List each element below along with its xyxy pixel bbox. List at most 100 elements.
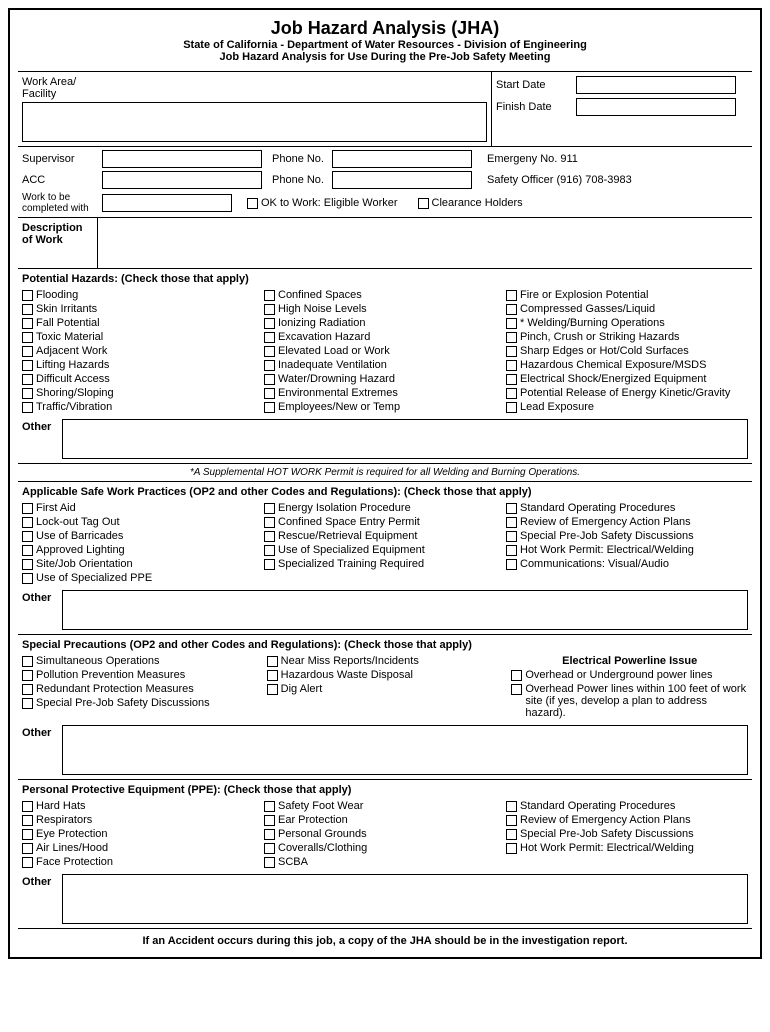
subtitle: State of California - Department of Wate… <box>18 39 752 51</box>
sp-c1-label-0: Simultaneous Operations <box>36 655 160 667</box>
hazard-c2-item-5: Inadequate Ventilation <box>264 359 502 371</box>
hazard-c2-checkbox-5[interactable] <box>264 360 275 371</box>
work-completed-input[interactable] <box>102 194 232 212</box>
safe-c3-checkbox-2[interactable] <box>506 531 517 542</box>
hazard-c2-checkbox-1[interactable] <box>264 304 275 315</box>
safe-c1-item-3: Approved Lighting <box>22 544 260 556</box>
safe-c2-checkbox-2[interactable] <box>264 531 275 542</box>
safe-c1-checkbox-1[interactable] <box>22 517 33 528</box>
ppe-c1-checkbox-4[interactable] <box>22 857 33 868</box>
sp-c3-label-0: Overhead or Underground power lines <box>525 669 712 681</box>
hazard-c2-checkbox-3[interactable] <box>264 332 275 343</box>
safe-other-input[interactable] <box>62 590 748 630</box>
safe-c1-item-4: Site/Job Orientation <box>22 558 260 570</box>
hazard-c1-checkbox-6[interactable] <box>22 374 33 385</box>
sp-c1-checkbox-2[interactable] <box>22 684 33 695</box>
safe-c1-checkbox-0[interactable] <box>22 503 33 514</box>
acc-input[interactable] <box>102 171 262 189</box>
hazard-c2-checkbox-0[interactable] <box>264 290 275 301</box>
hazard-c3-item-3: Pinch, Crush or Striking Hazards <box>506 331 744 343</box>
ppe-c1-checkbox-0[interactable] <box>22 801 33 812</box>
hazard-c3-checkbox-3[interactable] <box>506 332 517 343</box>
safe-c3-checkbox-0[interactable] <box>506 503 517 514</box>
safe-c1-checkbox-2[interactable] <box>22 531 33 542</box>
hazard-c3-checkbox-7[interactable] <box>506 388 517 399</box>
ppe-c3-checkbox-0[interactable] <box>506 801 517 812</box>
safe-c3-checkbox-4[interactable] <box>506 559 517 570</box>
hazard-c3-checkbox-2[interactable] <box>506 318 517 329</box>
ppe-c2-checkbox-4[interactable] <box>264 857 275 868</box>
hazard-c1-checkbox-3[interactable] <box>22 332 33 343</box>
hazard-c3-checkbox-6[interactable] <box>506 374 517 385</box>
safe-c1-checkbox-4[interactable] <box>22 559 33 570</box>
ppe-c2-checkbox-0[interactable] <box>264 801 275 812</box>
ppe-c1-item-0: Hard Hats <box>22 800 260 812</box>
ppe-other-input[interactable] <box>62 874 748 924</box>
hazard-c2-checkbox-6[interactable] <box>264 374 275 385</box>
sp-c1-checkbox-0[interactable] <box>22 656 33 667</box>
sp-c1-item-2: Redundant Protection Measures <box>22 683 259 695</box>
hazard-c1-checkbox-0[interactable] <box>22 290 33 301</box>
hazard-c3-label-8: Lead Exposure <box>520 401 594 413</box>
hazards-other-input[interactable] <box>62 419 748 459</box>
hazard-c2-checkbox-4[interactable] <box>264 346 275 357</box>
sp-c1-checkbox-1[interactable] <box>22 670 33 681</box>
hazard-c1-item-0: Flooding <box>22 289 260 301</box>
hazard-c1-checkbox-4[interactable] <box>22 346 33 357</box>
safe-c3-checkbox-3[interactable] <box>506 545 517 556</box>
hazard-c2-checkbox-2[interactable] <box>264 318 275 329</box>
sp-other-input[interactable] <box>62 725 748 775</box>
hazard-c1-checkbox-2[interactable] <box>22 318 33 329</box>
sp-c2-checkbox-2[interactable] <box>267 684 278 695</box>
hazard-c3-checkbox-5[interactable] <box>506 360 517 371</box>
start-date-input[interactable] <box>576 76 736 94</box>
hazard-c1-checkbox-8[interactable] <box>22 402 33 413</box>
ppe-c1-label-0: Hard Hats <box>36 800 86 812</box>
ppe-c2-checkbox-1[interactable] <box>264 815 275 826</box>
hazard-c2-checkbox-8[interactable] <box>264 402 275 413</box>
safe-c2-checkbox-4[interactable] <box>264 559 275 570</box>
hazard-c1-checkbox-7[interactable] <box>22 388 33 399</box>
ok-to-work-checkbox[interactable] <box>247 198 258 209</box>
sp-c3-checkbox-1[interactable] <box>511 684 522 695</box>
description-input[interactable] <box>98 218 752 268</box>
ppe-c2-checkbox-2[interactable] <box>264 829 275 840</box>
sp-c2-checkbox-0[interactable] <box>267 656 278 667</box>
finish-date-input[interactable] <box>576 98 736 116</box>
clearance-holders-checkbox[interactable] <box>418 198 429 209</box>
hazard-c3-checkbox-1[interactable] <box>506 304 517 315</box>
safe-c3-checkbox-1[interactable] <box>506 517 517 528</box>
sp-c1-label-1: Pollution Prevention Measures <box>36 669 185 681</box>
hazard-c1-label-4: Adjacent Work <box>36 345 107 357</box>
hazard-c3-checkbox-0[interactable] <box>506 290 517 301</box>
ppe-c3-checkbox-3[interactable] <box>506 843 517 854</box>
ppe-c1-checkbox-3[interactable] <box>22 843 33 854</box>
sp-c1-checkbox-3[interactable] <box>22 698 33 709</box>
hazard-c1-label-7: Shoring/Sloping <box>36 387 114 399</box>
work-area-input[interactable] <box>22 102 487 142</box>
supervisor-phone-input[interactable] <box>332 150 472 168</box>
safe-c2-checkbox-1[interactable] <box>264 517 275 528</box>
safe-c2-checkbox-0[interactable] <box>264 503 275 514</box>
ppe-c1-item-1: Respirators <box>22 814 260 826</box>
acc-phone-input[interactable] <box>332 171 472 189</box>
supervisor-input[interactable] <box>102 150 262 168</box>
ppe-c1-checkbox-1[interactable] <box>22 815 33 826</box>
safe-c1-checkbox-5[interactable] <box>22 573 33 584</box>
safe-c2-checkbox-3[interactable] <box>264 545 275 556</box>
hazard-c3-checkbox-4[interactable] <box>506 346 517 357</box>
hazard-c1-checkbox-1[interactable] <box>22 304 33 315</box>
hazard-c1-checkbox-5[interactable] <box>22 360 33 371</box>
sp-c3-item-1: Overhead Power lines within 100 feet of … <box>511 683 748 719</box>
ppe-c3-checkbox-2[interactable] <box>506 829 517 840</box>
safe-c2-item-3: Use of Specialized Equipment <box>264 544 502 556</box>
acc-label: ACC <box>22 174 102 186</box>
hazard-c2-checkbox-7[interactable] <box>264 388 275 399</box>
ppe-c2-checkbox-3[interactable] <box>264 843 275 854</box>
ppe-c1-checkbox-2[interactable] <box>22 829 33 840</box>
ppe-c3-checkbox-1[interactable] <box>506 815 517 826</box>
sp-c2-checkbox-1[interactable] <box>267 670 278 681</box>
sp-c3-checkbox-0[interactable] <box>511 670 522 681</box>
hazard-c3-checkbox-8[interactable] <box>506 402 517 413</box>
safe-c1-checkbox-3[interactable] <box>22 545 33 556</box>
